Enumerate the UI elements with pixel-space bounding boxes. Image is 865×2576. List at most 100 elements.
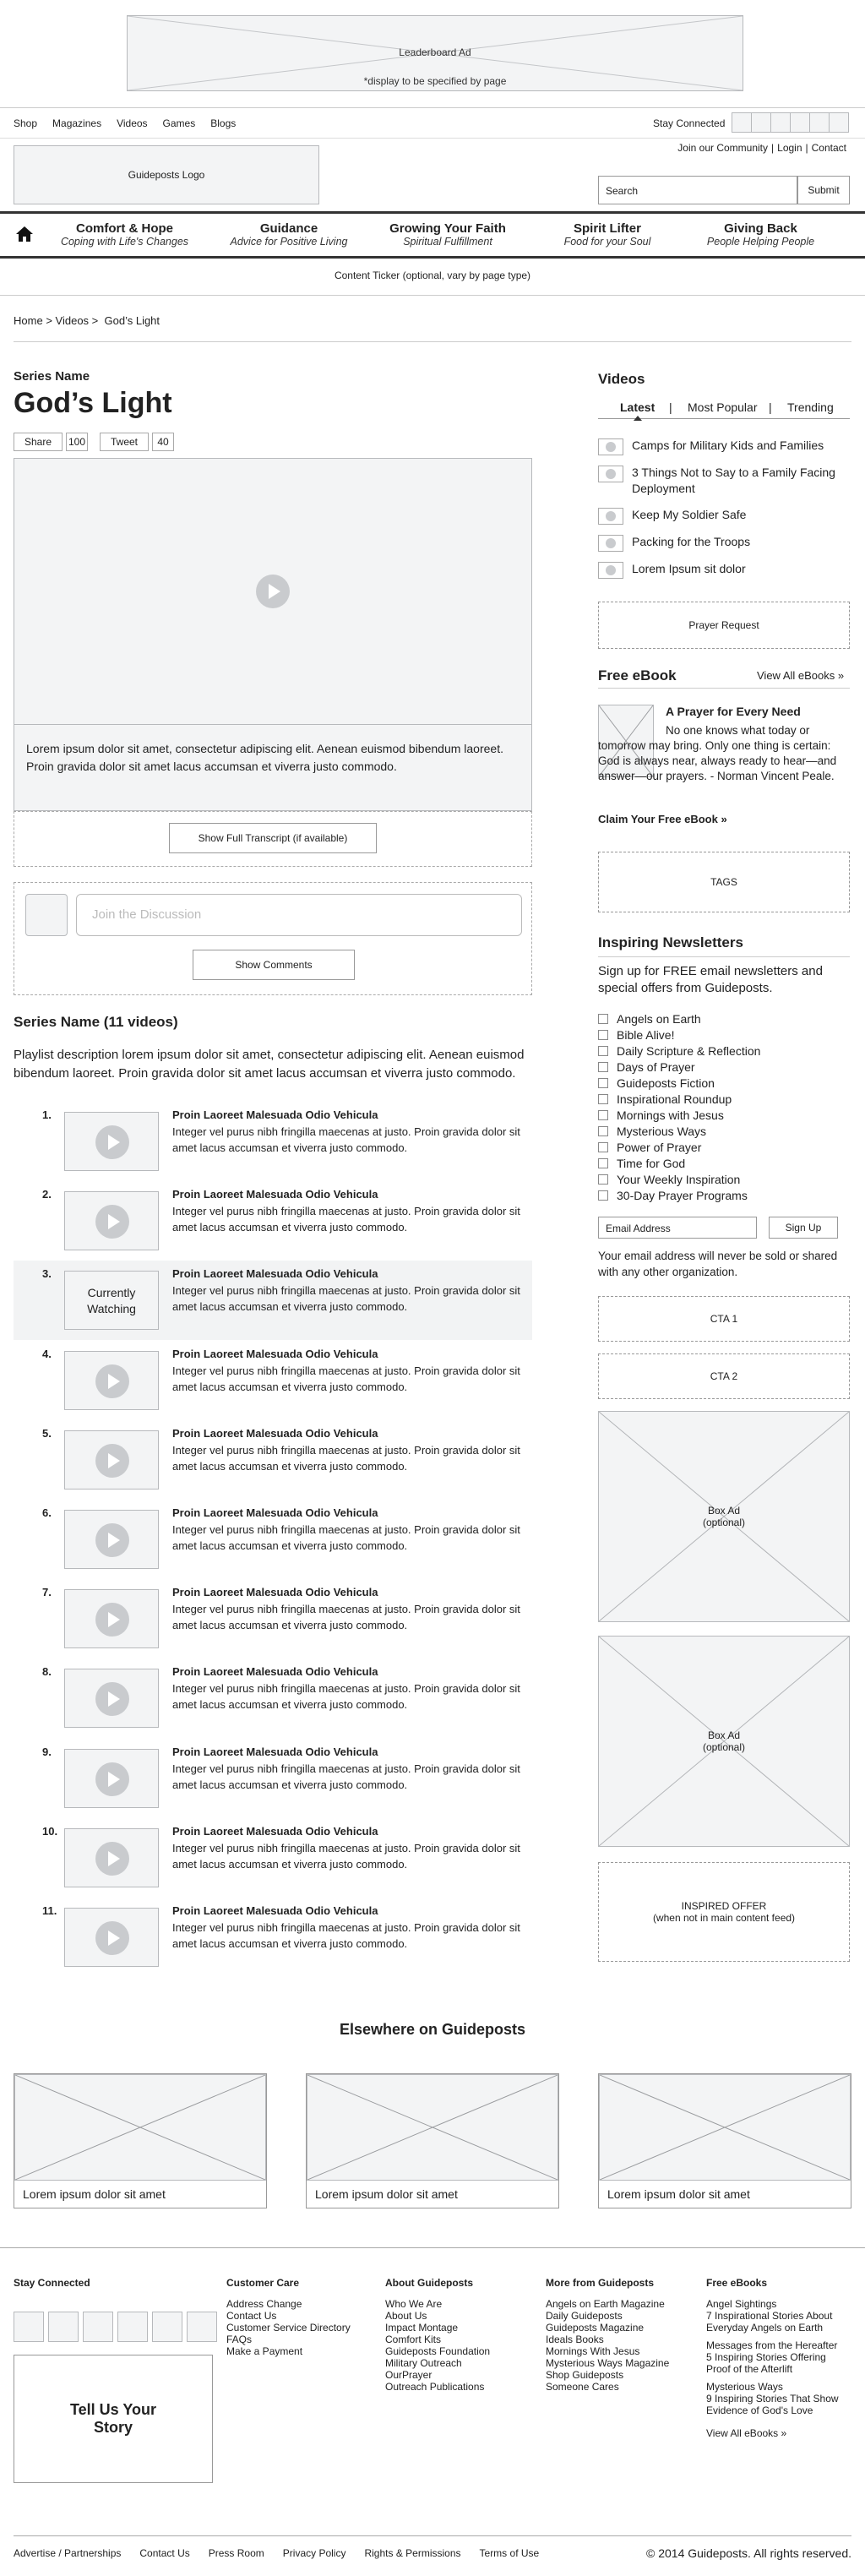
bottom-link[interactable]: Press Room (209, 2547, 264, 2559)
playlist-item[interactable]: 4. Proin Laoreet Malesuada Odio Vehicula I… (14, 1341, 532, 1420)
tell-us-your-story[interactable]: Tell Us Your Story (14, 2355, 213, 2483)
nav-comfort-hope[interactable]: Comfort & Hope Coping with Life's Changes (51, 221, 199, 248)
newsletter-option[interactable]: 30-Day Prayer Programs (598, 1187, 850, 1203)
footer-link[interactable]: Mornings With Jesus (546, 2345, 639, 2357)
video-title[interactable]: Proin Laoreet Malesuada Odio Vehicula (172, 1825, 378, 1838)
prayer-request-box[interactable]: Prayer Request (598, 602, 850, 649)
video-thumbnail[interactable] (64, 1112, 159, 1171)
playlist-item[interactable]: 2. Proin Laoreet Malesuada Odio Vehicula I… (14, 1181, 532, 1261)
newsletter-option[interactable]: Daily Scripture & Reflection (598, 1043, 850, 1059)
tab-latest[interactable]: Latest (620, 400, 655, 414)
social-icon-3[interactable] (770, 112, 791, 133)
sign-up-button[interactable]: Sign Up (769, 1217, 838, 1239)
util-link-blogs[interactable]: Blogs (210, 117, 236, 129)
footer-social-icon-6[interactable] (187, 2312, 217, 2342)
site-logo[interactable]: Guideposts Logo (14, 145, 319, 204)
newsletter-checkbox[interactable] (598, 1013, 608, 1024)
share-button[interactable]: Share (14, 433, 63, 451)
play-icon[interactable] (256, 575, 290, 608)
newsletter-option[interactable]: Bible Alive! (598, 1027, 850, 1043)
social-icon-5[interactable] (809, 112, 830, 133)
tab-most-popular[interactable]: Most Popular (688, 400, 757, 414)
footer-link[interactable]: Customer Service Directory (226, 2322, 351, 2334)
inspired-offer-box[interactable]: INSPIRED OFFER (when not in main content … (598, 1862, 850, 1962)
newsletter-checkbox[interactable] (598, 1109, 608, 1120)
latest-video-title[interactable]: Keep My Soldier Safe (632, 507, 850, 523)
footer-link[interactable]: Daily Guideposts (546, 2310, 623, 2322)
ebook-title[interactable]: A Prayer for Every Need (666, 705, 801, 718)
box-ad-2[interactable]: Box Ad (optional) (598, 1636, 850, 1847)
footer-social-icon-4[interactable] (117, 2312, 148, 2342)
tags-box[interactable]: TAGS (598, 852, 850, 912)
newsletter-checkbox[interactable] (598, 1141, 608, 1152)
play-icon[interactable] (95, 1364, 129, 1398)
footer-link[interactable]: Contact Us (226, 2310, 276, 2322)
play-icon[interactable] (95, 1603, 129, 1637)
video-thumbnail[interactable] (64, 1908, 159, 1967)
login-link[interactable]: Login (777, 142, 802, 154)
video-title[interactable]: Proin Laoreet Malesuada Odio Vehicula (172, 1267, 378, 1280)
footer-link[interactable]: Address Change (226, 2298, 302, 2310)
newsletter-checkbox[interactable] (598, 1174, 608, 1185)
footer-social-icon-2[interactable] (48, 2312, 79, 2342)
bottom-link[interactable]: Advertise / Partnerships (14, 2547, 121, 2559)
footer-link[interactable]: Ideals Books (546, 2334, 604, 2345)
box-ad-1[interactable]: Box Ad (optional) (598, 1411, 850, 1622)
tab-trending[interactable]: Trending (787, 400, 834, 414)
newsletter-checkbox[interactable] (598, 1029, 608, 1040)
play-icon[interactable] (95, 1841, 129, 1876)
show-comments-button[interactable]: Show Comments (193, 950, 355, 980)
video-thumbnail[interactable] (64, 1827, 159, 1887)
playlist-item[interactable]: 11. Proin Laoreet Malesuada Odio Vehicula… (14, 1898, 532, 1977)
home-icon[interactable] (15, 226, 34, 242)
footer-social-icon-3[interactable] (83, 2312, 113, 2342)
newsletter-option[interactable]: Guideposts Fiction (598, 1075, 850, 1091)
video-title[interactable]: Proin Laoreet Malesuada Odio Vehicula (172, 1904, 378, 1917)
footer-link[interactable]: Angels on Earth Magazine (546, 2298, 665, 2310)
video-thumbnail[interactable]: Currently Watching (64, 1271, 159, 1331)
nav-guidance[interactable]: Guidance Advice for Positive Living (221, 221, 356, 248)
play-icon[interactable] (95, 1762, 129, 1796)
footer-link[interactable]: Mysterious Ways Magazine (546, 2357, 669, 2369)
show-transcript-button[interactable]: Show Full Transcript (if available) (169, 823, 377, 853)
breadcrumb-home[interactable]: Home (14, 314, 43, 327)
play-icon[interactable] (95, 1205, 129, 1239)
footer-social-icon-5[interactable] (152, 2312, 182, 2342)
util-link-shop[interactable]: Shop (14, 117, 37, 129)
cta-1[interactable]: CTA 1 (598, 1296, 850, 1342)
play-icon[interactable] (95, 1125, 129, 1159)
newsletter-option[interactable]: Inspirational Roundup (598, 1091, 850, 1107)
join-community-link[interactable]: Join our Community (677, 142, 768, 154)
video-title[interactable]: Proin Laoreet Malesuada Odio Vehicula (172, 1427, 378, 1440)
tweet-button[interactable]: Tweet (100, 433, 149, 451)
newsletter-option[interactable]: Mysterious Ways (598, 1123, 850, 1139)
search-submit-button[interactable]: Submit (797, 176, 850, 204)
search-input[interactable]: Search (598, 176, 797, 204)
newsletter-checkbox[interactable] (598, 1125, 608, 1136)
newsletter-checkbox[interactable] (598, 1157, 608, 1168)
video-thumbnail[interactable] (64, 1191, 159, 1251)
footer-ebook-link[interactable]: Mysterious Ways 9 Inspiring Stories That… (706, 2381, 841, 2416)
elsewhere-card-caption[interactable]: Lorem ipsum dolor sit amet (315, 2187, 458, 2201)
newsletter-option[interactable]: Your Weekly Inspiration (598, 1171, 850, 1187)
footer-link[interactable]: Comfort Kits (385, 2334, 441, 2345)
footer-ebook-link[interactable]: Messages from the Hereafter 5 Inspiring … (706, 2339, 841, 2375)
elsewhere-card[interactable]: Lorem ipsum dolor sit amet (306, 2073, 559, 2208)
playlist-item[interactable]: 3. Currently Watching Proin Laoreet Malesu… (14, 1261, 532, 1341)
claim-ebook-link[interactable]: Claim Your Free eBook » (598, 813, 727, 825)
video-thumbnail[interactable] (64, 1430, 159, 1490)
footer-link[interactable]: Guideposts Foundation (385, 2345, 490, 2357)
footer-ebook-link[interactable]: Angel Sightings 7 Inspirational Stories … (706, 2298, 841, 2334)
newsletter-option[interactable]: Days of Prayer (598, 1059, 850, 1075)
footer-link[interactable]: About Us (385, 2310, 427, 2322)
latest-video-title[interactable]: Lorem Ipsum sit dolor (632, 561, 850, 577)
video-title[interactable]: Proin Laoreet Malesuada Odio Vehicula (172, 1348, 378, 1360)
util-link-games[interactable]: Games (163, 117, 196, 129)
video-title[interactable]: Proin Laoreet Malesuada Odio Vehicula (172, 1108, 378, 1121)
email-address-input[interactable]: Email Address (598, 1217, 757, 1239)
newsletter-option[interactable]: Power of Prayer (598, 1139, 850, 1155)
video-thumbnail[interactable] (64, 1748, 159, 1808)
footer-link[interactable]: Shop Guideposts (546, 2369, 623, 2381)
play-icon[interactable] (95, 1921, 129, 1955)
play-icon[interactable] (95, 1443, 129, 1478)
